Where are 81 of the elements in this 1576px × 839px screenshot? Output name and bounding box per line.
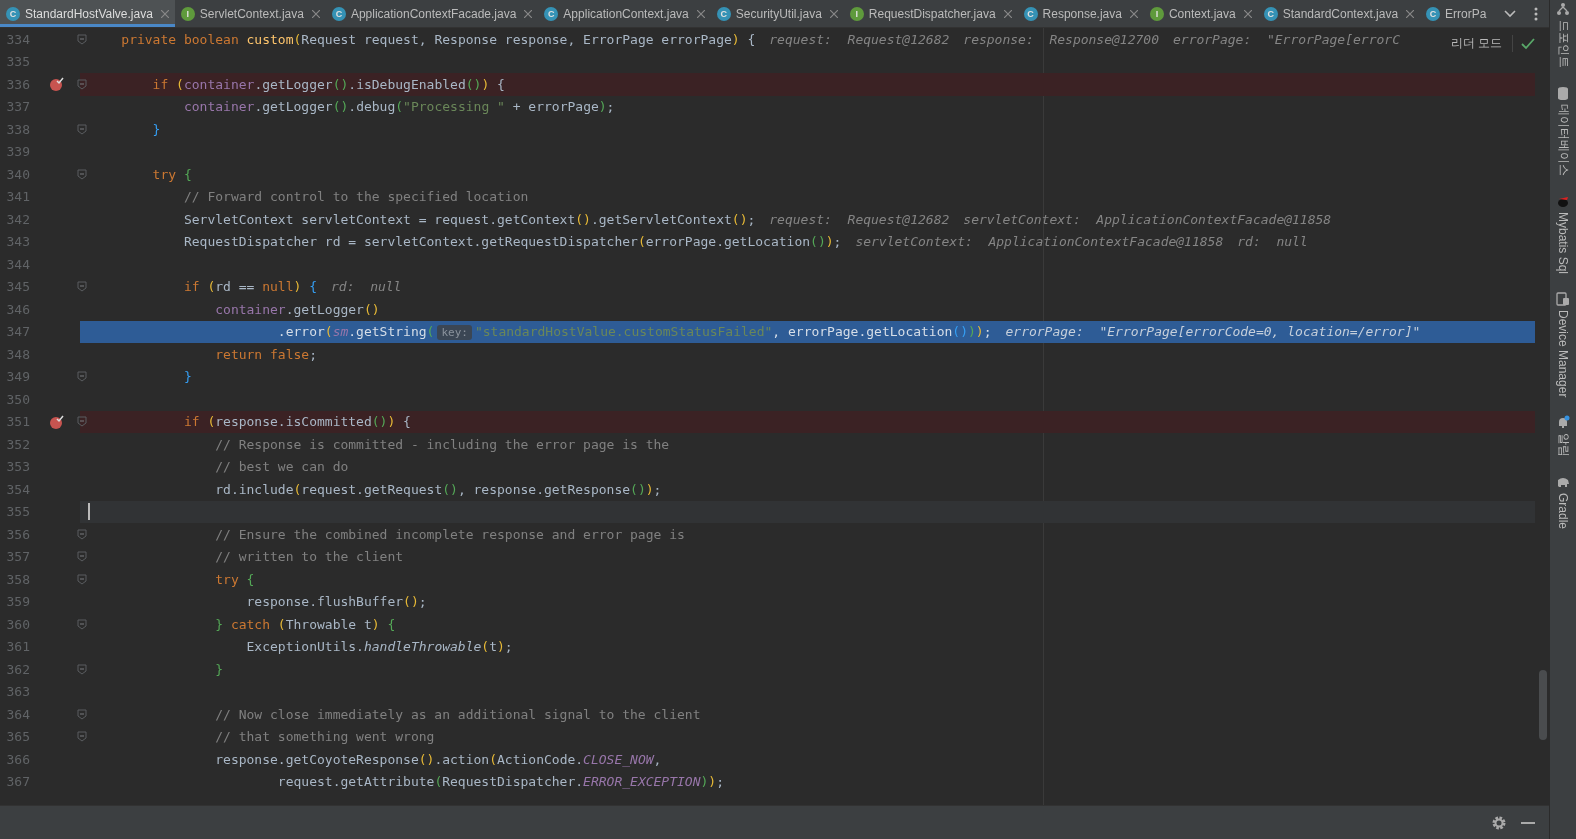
line-number: 364: [5, 706, 31, 722]
line-number: 351: [5, 414, 31, 430]
line-number: 360: [5, 616, 31, 632]
code-line: }: [151, 121, 161, 137]
code-line: try {: [151, 166, 192, 182]
line-number: 365: [5, 729, 31, 745]
code-line: }: [182, 369, 192, 385]
interface-file-icon: I: [180, 6, 195, 21]
class-file-icon: C: [716, 6, 731, 21]
code-line: // Ensure the combined incomplete response and error page is: [214, 526, 685, 542]
line-number: 361: [5, 639, 31, 655]
debug-value: request: Request@12682: [769, 211, 950, 227]
line-number: 338: [5, 121, 31, 137]
line-number: 367: [5, 774, 31, 790]
line-number: 359: [5, 594, 31, 610]
line-number: 346: [5, 301, 31, 317]
line-number: 335: [5, 54, 31, 70]
line-number: 336: [5, 76, 31, 92]
debug-value: rd: null: [331, 279, 402, 295]
class-file-icon: C: [1263, 6, 1278, 21]
code-line: // Response is committed - including the error page is the: [214, 436, 670, 452]
debug-value: errorPage: "ErrorPage[errorCode=0, location=/error]": [1005, 324, 1421, 340]
interface-file-icon: I: [1149, 6, 1164, 21]
code-line: // written to the client: [214, 549, 404, 565]
line-number: 355: [5, 504, 31, 520]
class-file-icon: C: [544, 6, 559, 21]
debug-value: request: Request@12682: [769, 31, 950, 47]
line-number: 350: [5, 391, 31, 407]
code-line: response.flushBuffer();: [245, 594, 427, 610]
code-line: return false;: [214, 346, 317, 362]
code-line: if (response.isCommitted()) {: [182, 414, 411, 430]
line-number: 357: [5, 549, 31, 565]
class-file-icon: C: [1426, 6, 1441, 21]
line-number: 363: [5, 684, 31, 700]
line-number: 340: [5, 166, 31, 182]
line-number: 349: [5, 369, 31, 385]
code-line: ExceptionUtils.handleThrowable(t);: [245, 639, 513, 655]
code-line: rd.include(request.getRequest(), response.getResponse());: [214, 481, 662, 497]
line-number: 347: [5, 324, 31, 340]
class-file-icon: C: [331, 6, 346, 21]
code-line: private boolean custom(Request request, Response response, ErrorPage errorPage) {: [120, 31, 756, 47]
code-line: // that something went wrong: [214, 729, 435, 745]
code-line: }: [214, 661, 224, 677]
line-number: 348: [5, 346, 31, 362]
line-number: 366: [5, 751, 31, 767]
class-file-icon: C: [1023, 6, 1038, 21]
line-number: 356: [5, 526, 31, 542]
code-line: if (container.getLogger().isDebugEnabled()) {: [151, 76, 505, 92]
line-number: 344: [5, 256, 31, 272]
interface-file-icon: I: [849, 6, 864, 21]
code-line: request.getAttribute(RequestDispatcher.ERROR_EXCEPTION));: [276, 774, 724, 790]
line-number: 358: [5, 571, 31, 587]
line-number: 362: [5, 661, 31, 677]
code-line: container.getLogger(): [214, 301, 380, 317]
debug-value: servletContext: ApplicationContextFacade@11858: [855, 234, 1224, 250]
line-number: 334: [5, 31, 31, 47]
code-line: } catch (Throwable t) {: [214, 616, 396, 632]
code-line: .error(sm.getString( key: "standardHostValue.customStatusFailed", errorPage.getLocation()));: [276, 324, 992, 340]
debug-value: rd: null: [1237, 234, 1308, 250]
line-number: 337: [5, 99, 31, 115]
class-file-icon: C: [6, 6, 20, 21]
debug-value: servletContext: ApplicationContextFacade@11858: [963, 211, 1332, 227]
line-number: 343: [5, 234, 31, 250]
code-line: RequestDispatcher rd = servletContext.getRequestDispatcher(errorPage.getLocation());: [182, 234, 842, 250]
code-line: // best we can do: [214, 459, 349, 475]
line-number: 345: [5, 279, 31, 295]
debug-value: response: Response@12700: [963, 31, 1159, 47]
debug-value: errorPage: "ErrorPage[errorC: [1173, 31, 1400, 47]
code-line: try {: [214, 571, 255, 587]
line-number: 341: [5, 189, 31, 205]
code-line: // Now close immediately as an additional signal to the client: [214, 706, 701, 722]
line-number: 342: [5, 211, 31, 227]
code-line: // Forward control to the specified location: [182, 189, 529, 205]
code-line: response.getCoyoteResponse().action(ActionCode.CLOSE_NOW,: [214, 751, 662, 767]
line-number: 352: [5, 436, 31, 452]
line-number: 354: [5, 481, 31, 497]
code-line: container.getLogger().debug("Processing " + errorPage);: [182, 99, 615, 115]
line-number: 353: [5, 459, 31, 475]
code-line: ServletContext servletContext = request.getContext().getServletContext();: [182, 211, 756, 227]
code-line: if (rd == null) {: [182, 279, 317, 295]
line-number: 339: [5, 144, 31, 160]
